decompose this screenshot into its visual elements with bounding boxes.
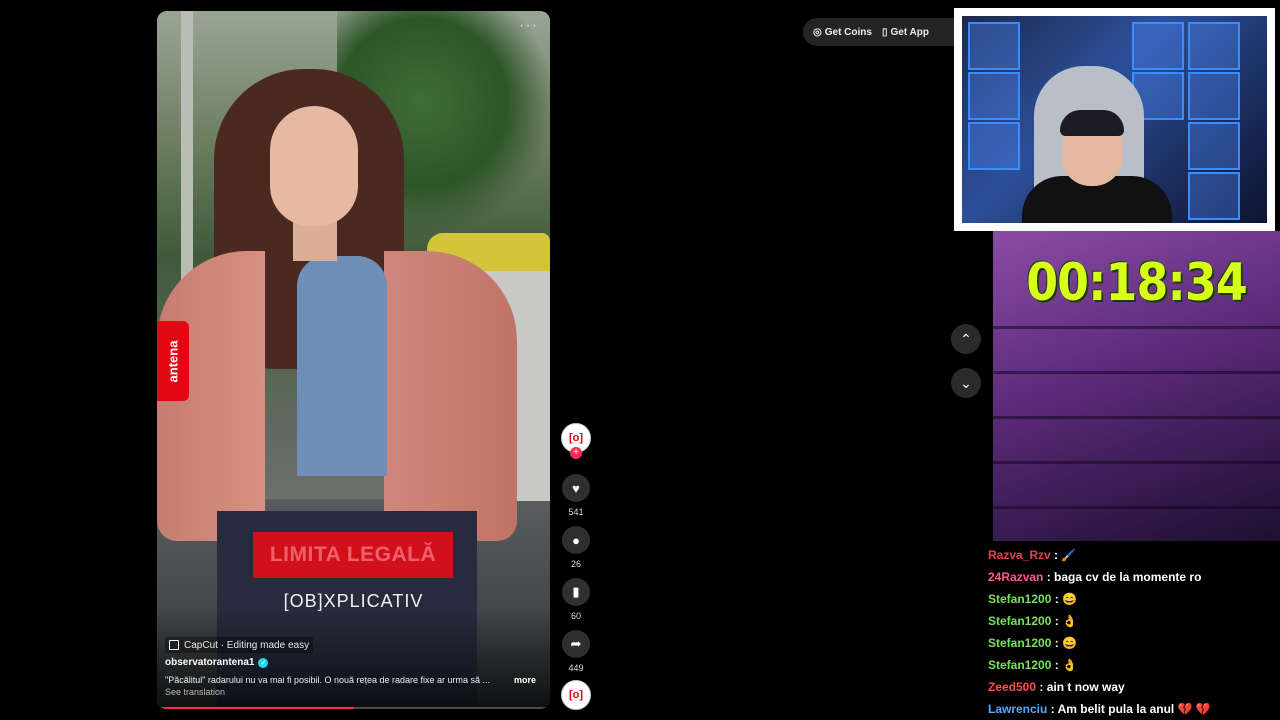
share-count: 449 bbox=[568, 663, 584, 673]
timer-panel: 00:18:34 bbox=[993, 231, 1280, 541]
comment-action[interactable]: ● 26 bbox=[562, 526, 590, 569]
chat-message: Stefan1200 : 😄 bbox=[988, 588, 1280, 610]
verified-badge-icon: ✓ bbox=[258, 657, 269, 668]
coin-icon: ◎ bbox=[813, 26, 822, 38]
chat-message: 24Razvan : baga cv de la momente ro bbox=[988, 566, 1280, 588]
presenter-face bbox=[270, 106, 358, 226]
chat-text: : Am belit pula la anul 💔 💔 bbox=[1047, 702, 1211, 716]
comment-count: 26 bbox=[570, 559, 581, 569]
get-app-button[interactable]: ▯ Get App bbox=[882, 27, 929, 38]
shelf-cube bbox=[968, 122, 1020, 170]
chat-message: Stefan1200 : 😄 bbox=[988, 632, 1280, 654]
webcam-feed bbox=[962, 16, 1267, 223]
chat-message: Razva_Rzv : 🖌️ bbox=[988, 544, 1280, 566]
capcut-tag[interactable]: CapCut · Editing made easy bbox=[165, 637, 314, 653]
chat-username: Stefan1200 bbox=[988, 592, 1052, 606]
capcut-label: CapCut · Editing made easy bbox=[184, 639, 310, 651]
like-count: 541 bbox=[568, 507, 584, 517]
chat-message: Zeed500 : ain t now way bbox=[988, 676, 1280, 698]
brick-line bbox=[993, 506, 1280, 509]
get-app-label: Get App bbox=[890, 26, 929, 38]
video-caption: "Păcălitul" radarului nu va mai fi posib… bbox=[165, 675, 491, 685]
antena-logo-text: antena bbox=[165, 340, 181, 382]
chat-text: : 👌 bbox=[1051, 658, 1077, 672]
bookmark-icon[interactable]: ▮ bbox=[562, 578, 590, 606]
chevron-down-icon: ⌄ bbox=[960, 374, 972, 391]
chat-text: : 😄 bbox=[1051, 592, 1077, 606]
chat-username: Razva_Rzv bbox=[988, 548, 1051, 562]
music-disc[interactable]: [o] bbox=[561, 680, 591, 710]
shelf-cube bbox=[1188, 172, 1240, 220]
webcam-frame bbox=[954, 8, 1275, 231]
chat-log: Razva_Rzv : 🖌️ 24Razvan : baga cv de la m… bbox=[988, 544, 1280, 720]
get-coins-button[interactable]: ◎ Get Coins bbox=[813, 27, 872, 38]
overlay-title: LIMITA LEGALĂ bbox=[269, 543, 437, 566]
header-actions: ◎ Get Coins ▯ Get App bbox=[803, 18, 973, 46]
stream-timer: 00:18:34 bbox=[1026, 253, 1247, 313]
creator-avatar-group[interactable]: [o] + bbox=[561, 423, 591, 459]
antena-logo: antena bbox=[157, 321, 189, 401]
presenter-shirt bbox=[297, 256, 387, 476]
chat-message: Stefan1200 : 👌 bbox=[988, 654, 1280, 676]
video-progress-bar[interactable] bbox=[157, 707, 550, 709]
brick-line bbox=[993, 416, 1280, 419]
capcut-icon bbox=[169, 640, 179, 650]
more-link[interactable]: more bbox=[514, 675, 536, 685]
streamer-hair bbox=[1060, 110, 1124, 136]
shelf-cube bbox=[968, 72, 1020, 120]
chat-text: : 😄 bbox=[1051, 636, 1077, 650]
see-translation-link[interactable]: See translation bbox=[165, 687, 225, 697]
share-icon[interactable]: ➦ bbox=[562, 630, 590, 658]
chat-text: : 👌 bbox=[1051, 614, 1077, 628]
phone-icon: ▯ bbox=[881, 26, 888, 38]
chat-username: Stefan1200 bbox=[988, 614, 1052, 628]
get-coins-label: Get Coins bbox=[824, 26, 872, 38]
shelf-cube bbox=[1188, 122, 1240, 170]
save-count: 60 bbox=[570, 611, 581, 621]
chat-message: Lawrenciu : Am belit pula la anul 💔 💔 bbox=[988, 698, 1280, 720]
share-action[interactable]: ➦ 449 bbox=[562, 630, 590, 673]
more-options-icon[interactable]: ··· bbox=[519, 17, 538, 35]
brick-line bbox=[993, 326, 1280, 329]
brick-line bbox=[993, 371, 1280, 374]
chat-text: : baga cv de la momente ro bbox=[1043, 570, 1202, 584]
previous-video-button[interactable]: ⌃ bbox=[951, 324, 981, 354]
chat-username: Lawrenciu bbox=[988, 702, 1048, 716]
chat-username: 24Razvan bbox=[988, 570, 1044, 584]
brick-line bbox=[993, 461, 1280, 464]
chat-username: Stefan1200 bbox=[988, 658, 1052, 672]
author[interactable]: observatorantena1 ✓ bbox=[165, 657, 269, 668]
shelf-cube bbox=[1188, 72, 1240, 120]
comment-icon[interactable]: ● bbox=[562, 526, 590, 554]
video-progress-fill bbox=[157, 707, 354, 709]
chat-text: : 🖌️ bbox=[1050, 548, 1077, 562]
shelf-cube bbox=[1132, 22, 1184, 70]
shelf-cube bbox=[1188, 22, 1240, 70]
save-action[interactable]: ▮ 60 bbox=[562, 578, 590, 621]
chat-username: Stefan1200 bbox=[988, 636, 1052, 650]
video-player[interactable]: antena ··· LIMITA LEGALĂ [OB]XPLICATIV C… bbox=[157, 11, 550, 709]
overlay-title-box: LIMITA LEGALĂ bbox=[253, 532, 453, 578]
chat-username: Zeed500 bbox=[988, 680, 1037, 694]
author-name[interactable]: observatorantena1 bbox=[165, 657, 254, 668]
next-video-button[interactable]: ⌄ bbox=[951, 368, 981, 398]
shelf-cube bbox=[968, 22, 1020, 70]
chevron-up-icon: ⌃ bbox=[960, 330, 972, 347]
music-disc-icon[interactable]: [o] bbox=[561, 680, 591, 710]
heart-icon[interactable]: ♥ bbox=[562, 474, 590, 502]
chat-text: : ain t now way bbox=[1036, 680, 1125, 694]
chat-message: Stefan1200 : 👌 bbox=[988, 610, 1280, 632]
like-action[interactable]: ♥ 541 bbox=[562, 474, 590, 517]
follow-button[interactable]: + bbox=[570, 447, 582, 459]
